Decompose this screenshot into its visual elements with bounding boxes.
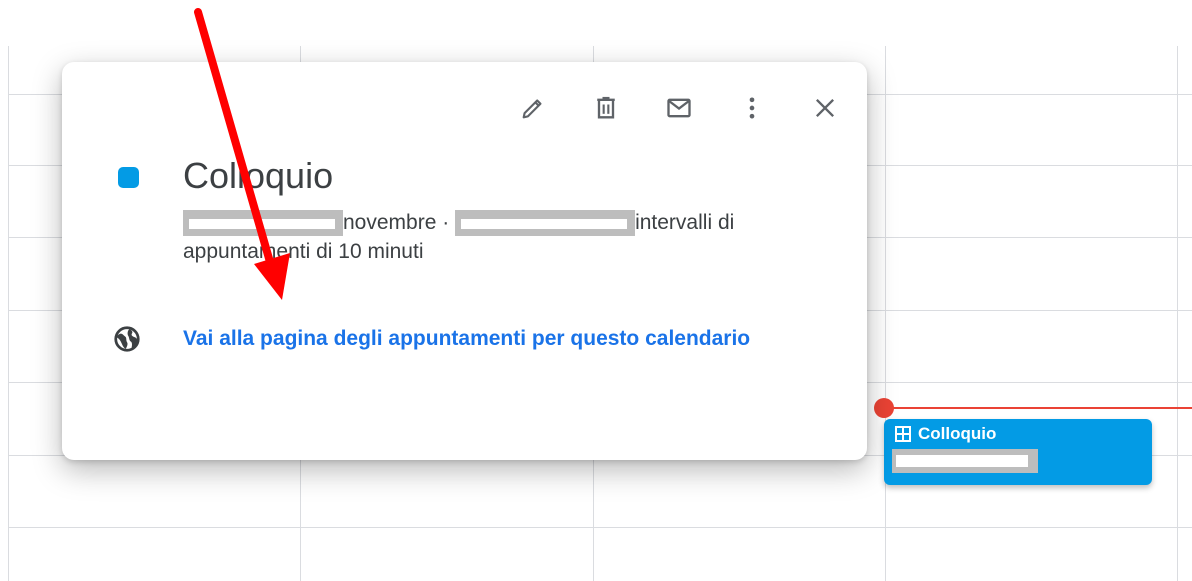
delete-icon (597, 96, 615, 119)
current-time-dot (874, 398, 894, 418)
event-color-swatch (118, 167, 139, 188)
email-icon (667, 98, 691, 118)
edit-button[interactable] (511, 86, 555, 130)
close-icon (816, 99, 834, 117)
current-time-line (885, 407, 1192, 409)
redacted-date (183, 210, 343, 237)
more-options-button[interactable] (730, 86, 774, 130)
grid-column-line (8, 46, 9, 581)
event-chip-title-row: Colloquio (894, 424, 1152, 444)
event-date-month: novembre (343, 211, 437, 234)
edit-icon (522, 99, 542, 119)
globe-icon (114, 326, 140, 352)
grid-column-line (1177, 46, 1178, 581)
redacted-time-range (455, 210, 636, 237)
more-options-icon (749, 97, 755, 119)
redacted-time (892, 449, 1038, 473)
grid-row-line (8, 527, 1192, 528)
email-guests-button[interactable] (657, 86, 701, 130)
event-chip-title: Colloquio (918, 424, 997, 443)
grid-column-line (885, 46, 886, 581)
appointment-grid-icon (895, 426, 911, 442)
close-button[interactable] (803, 86, 847, 130)
event-chip-colloquio[interactable]: Colloquio (884, 419, 1152, 485)
booking-page-row: Vai alla pagina degli appuntamenti per q… (112, 324, 836, 354)
popup-toolbar (482, 86, 847, 130)
delete-button[interactable] (584, 86, 628, 130)
booking-page-link[interactable]: Vai alla pagina degli appuntamenti per q… (183, 327, 836, 351)
event-details-popup: Colloquio novembre · intervalli di appun… (62, 62, 867, 460)
event-details: novembre · intervalli di appuntamenti di… (183, 208, 823, 266)
separator-dot: · (442, 211, 450, 234)
event-title: Colloquio (183, 155, 334, 196)
